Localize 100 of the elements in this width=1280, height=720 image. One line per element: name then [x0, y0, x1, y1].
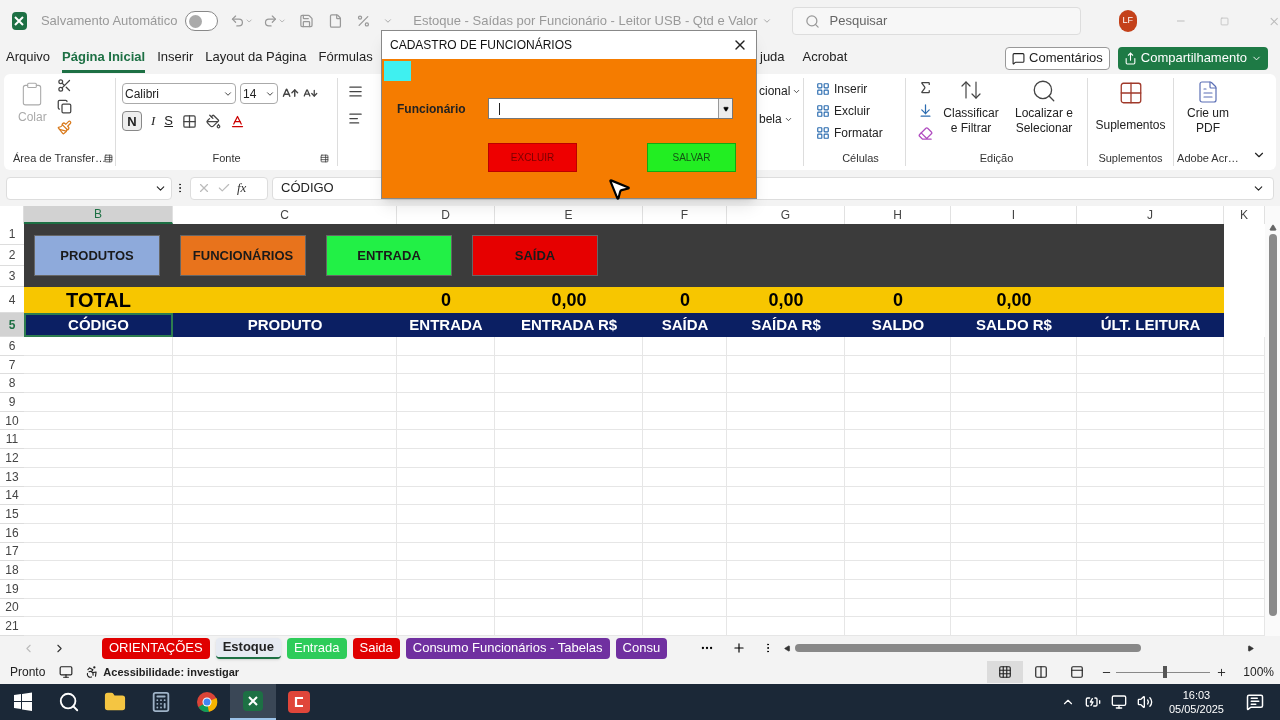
table-cell[interactable] [1077, 542, 1224, 562]
table-cell[interactable] [643, 505, 727, 524]
table-cell[interactable] [727, 449, 845, 468]
table-cell[interactable] [727, 393, 845, 412]
table-cell[interactable] [951, 505, 1077, 524]
menu-tab[interactable]: juda [760, 42, 785, 74]
table-cell[interactable] [1077, 430, 1224, 450]
table-cell[interactable] [727, 355, 845, 375]
sheet-tab[interactable]: Saida [352, 637, 400, 659]
fill-color-icon[interactable] [206, 113, 221, 129]
table-cell[interactable] [643, 523, 727, 543]
macro-icon[interactable] [59, 665, 74, 679]
font-color-icon[interactable] [230, 113, 245, 129]
cancel-icon[interactable] [197, 181, 211, 195]
comments-button[interactable]: Comentários [1005, 46, 1110, 70]
table-cell[interactable] [643, 430, 727, 450]
calculator-icon[interactable] [150, 691, 172, 713]
table-cell[interactable] [951, 355, 1077, 375]
table-cell[interactable] [397, 579, 495, 599]
format-painter-icon[interactable] [56, 120, 72, 135]
row-header[interactable]: 5 [0, 313, 24, 337]
table-cell[interactable] [495, 393, 643, 412]
accessibility-status[interactable]: Acessibilidade: investigar [103, 663, 240, 681]
table-cell[interactable] [951, 337, 1077, 356]
table-cell[interactable] [951, 561, 1077, 580]
table-cell[interactable] [173, 430, 397, 450]
table-cell[interactable] [643, 486, 727, 506]
table-cell[interactable] [173, 449, 397, 468]
sheet-button[interactable]: SAÍDA [472, 235, 598, 276]
table-cell[interactable] [727, 430, 845, 450]
table-cell[interactable] [845, 598, 951, 618]
table-cell[interactable] [24, 579, 173, 599]
table-cell[interactable] [495, 523, 643, 543]
cut-icon[interactable] [56, 78, 72, 93]
table-cell[interactable] [173, 542, 397, 562]
table-cell[interactable] [845, 523, 951, 543]
zoom-slider[interactable] [1116, 666, 1211, 678]
table-cell[interactable] [643, 449, 727, 468]
table-cell[interactable] [727, 467, 845, 487]
align-left-icon[interactable] [348, 111, 363, 126]
table-cell[interactable] [1077, 505, 1224, 524]
table-cell[interactable] [173, 337, 397, 356]
table-cell[interactable] [727, 542, 845, 562]
table-cell[interactable] [24, 374, 173, 394]
table-cell[interactable] [397, 467, 495, 487]
search-icon[interactable] [58, 691, 80, 713]
table-cell[interactable] [643, 355, 727, 375]
table-cell[interactable] [727, 523, 845, 543]
table-cell[interactable] [951, 411, 1077, 431]
ribbon-command[interactable]: cional [759, 82, 791, 100]
accessibility-icon[interactable] [85, 665, 100, 679]
table-cell[interactable] [397, 355, 495, 375]
table-cell[interactable] [643, 374, 727, 394]
cells-command[interactable]: Inserir [816, 80, 905, 98]
column-heading-cell[interactable]: CÓDIGO [24, 313, 173, 337]
cells-command[interactable]: Formatar [816, 124, 905, 142]
sheet-button[interactable]: PRODUTOS [34, 235, 160, 276]
table-cell[interactable] [643, 542, 727, 562]
dialog-launcher-icon[interactable] [320, 153, 329, 163]
table-cell[interactable] [24, 523, 173, 543]
clock[interactable]: 16:03 05/05/2025 [1168, 688, 1224, 716]
find-select-button[interactable]: Localizar e Selecionar [1009, 78, 1079, 150]
table-cell[interactable] [845, 542, 951, 562]
view-button[interactable] [987, 661, 1024, 683]
table-cell[interactable] [173, 523, 397, 543]
sheet-tab[interactable]: Consumo Funcionários - Tabelas [405, 637, 610, 659]
create-pdf-button[interactable]: Crie um PDF [1174, 78, 1242, 150]
enter-icon[interactable] [217, 181, 231, 195]
sheet-button[interactable]: FUNCIONÁRIOS [180, 235, 306, 276]
table-cell[interactable] [397, 505, 495, 524]
borders-icon[interactable] [182, 113, 197, 129]
table-cell[interactable] [495, 449, 643, 468]
excel-icon[interactable] [243, 691, 263, 711]
table-cell[interactable] [1077, 355, 1224, 375]
table-cell[interactable] [845, 467, 951, 487]
browser-icon[interactable] [196, 691, 218, 713]
table-cell[interactable] [845, 411, 951, 431]
sheet-tab[interactable]: Estoque [215, 637, 281, 659]
undo-icon[interactable] [230, 12, 246, 30]
horizontal-scrollbar[interactable] [784, 642, 1254, 654]
table-cell[interactable] [845, 374, 951, 394]
table-cell[interactable] [495, 486, 643, 506]
table-cell[interactable] [24, 505, 173, 524]
redo-icon[interactable] [263, 12, 279, 30]
file-icon[interactable] [327, 12, 343, 30]
scroll-right-icon[interactable] [1247, 644, 1254, 652]
table-cell[interactable] [397, 598, 495, 618]
table-cell[interactable] [951, 374, 1077, 394]
table-cell[interactable] [495, 542, 643, 562]
table-cell[interactable] [1077, 374, 1224, 394]
table-cell[interactable] [24, 337, 173, 356]
table-cell[interactable] [24, 486, 173, 506]
table-cell[interactable] [845, 393, 951, 412]
search-input[interactable]: Pesquisar [829, 11, 1006, 31]
table-cell[interactable] [495, 561, 643, 580]
save-icon[interactable] [298, 12, 314, 30]
table-cell[interactable] [845, 579, 951, 599]
taskbar-button[interactable] [230, 684, 276, 720]
table-cell[interactable] [643, 411, 727, 431]
table-cell[interactable] [397, 374, 495, 394]
